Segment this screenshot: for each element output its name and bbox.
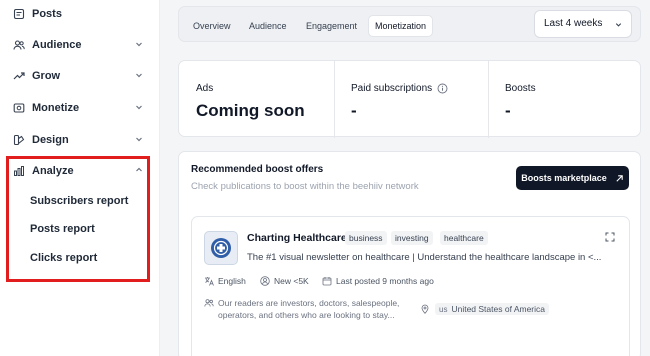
chevron-down-icon[interactable]	[134, 102, 144, 112]
expand-icon[interactable]	[605, 232, 615, 242]
chevron-down-icon[interactable]	[134, 39, 144, 49]
sidebar-item-label: Design	[32, 134, 69, 146]
sidebar-item-grow[interactable]: Grow	[12, 64, 148, 88]
stat-paid-subscriptions: Paid subscriptions -	[334, 61, 489, 138]
stat-ads: Ads Coming soon	[179, 61, 334, 138]
tab-monetization[interactable]: Monetization	[368, 15, 434, 37]
stat-value: -	[505, 101, 511, 120]
stats-card: Ads Coming soon Paid subscriptions - Boo…	[178, 60, 642, 138]
country-code: us	[439, 304, 448, 314]
translate-icon	[205, 277, 214, 286]
stat-value: -	[351, 101, 357, 120]
grow-icon	[12, 69, 26, 83]
tab-overview[interactable]: Overview	[187, 15, 237, 37]
sidebar-item-design[interactable]: Design	[12, 128, 148, 152]
country-pill: us United States of America	[435, 303, 549, 315]
country-name: United States of America	[451, 304, 545, 314]
sidebar-item-posts[interactable]: Posts	[12, 2, 148, 26]
tag-investing: investing	[391, 231, 433, 245]
highlight-box	[6, 156, 150, 282]
boost-offers-panel: Recommended boost offers Check publicati…	[178, 151, 641, 356]
publication-name[interactable]: Charting Healthcare	[247, 232, 347, 244]
publication-logo	[204, 231, 238, 265]
location-pin-icon	[421, 304, 429, 314]
size-meta: New <5K	[260, 276, 309, 286]
publication-description: The #1 visual newsletter on healthcare |…	[247, 252, 602, 263]
tab-bar: Overview Audience Engagement Monetizatio…	[178, 6, 641, 42]
stat-label: Ads	[196, 83, 214, 94]
last-posted-meta: Last posted 9 months ago	[322, 276, 434, 286]
tab-audience[interactable]: Audience	[243, 15, 293, 37]
sidebar-item-label: Audience	[32, 39, 82, 51]
sidebar-item-label: Posts	[32, 8, 62, 20]
audience-line: operators, and others who are looking to…	[218, 310, 395, 320]
stat-boosts: Boosts -	[488, 61, 642, 138]
sidebar-item-label: Monetize	[32, 102, 80, 114]
audience-line: Our readers are investors, doctors, sale…	[218, 298, 400, 308]
chevron-down-icon[interactable]	[134, 70, 144, 80]
language-meta: English	[204, 276, 246, 286]
button-label: Boosts marketplace	[521, 173, 607, 183]
offer-card[interactable]: Charting Healthcare business investing h…	[191, 216, 630, 356]
chevron-down-icon[interactable]	[134, 134, 144, 144]
audience-icon	[12, 38, 26, 52]
main-content: Overview Audience Engagement Monetizatio…	[160, 0, 650, 356]
stat-label: Paid subscriptions	[351, 83, 448, 94]
date-range-value: Last 4 weeks	[544, 18, 603, 29]
design-icon	[12, 133, 26, 147]
calendar-icon	[322, 277, 332, 286]
tag-business: business	[345, 231, 387, 245]
sidebar-item-label: Grow	[32, 70, 61, 82]
stat-value: Coming soon	[196, 101, 305, 120]
sidebar: Posts Audience Grow Monetize Design Anal	[0, 0, 160, 356]
sidebar-item-monetize[interactable]: Monetize	[12, 96, 148, 120]
tab-engagement[interactable]: Engagement	[300, 15, 363, 37]
posts-icon	[12, 7, 26, 21]
section-subtitle: Check publications to boost within the b…	[191, 181, 419, 192]
section-title: Recommended boost offers	[191, 164, 324, 175]
date-range-select[interactable]: Last 4 weeks	[534, 10, 632, 38]
sidebar-item-audience[interactable]: Audience	[12, 33, 148, 57]
tag-healthcare: healthcare	[440, 231, 488, 245]
location-meta: us United States of America	[420, 303, 549, 315]
chevron-down-icon	[614, 20, 623, 29]
arrow-up-right-icon	[616, 174, 623, 182]
monetize-icon	[12, 101, 26, 115]
user-circle-icon	[260, 276, 270, 286]
info-icon[interactable]	[437, 83, 448, 94]
boosts-marketplace-button[interactable]: Boosts marketplace	[516, 166, 629, 190]
users-icon	[204, 299, 214, 307]
stat-label: Boosts	[505, 83, 536, 94]
audience-description: Our readers are investors, doctors, sale…	[204, 297, 399, 321]
